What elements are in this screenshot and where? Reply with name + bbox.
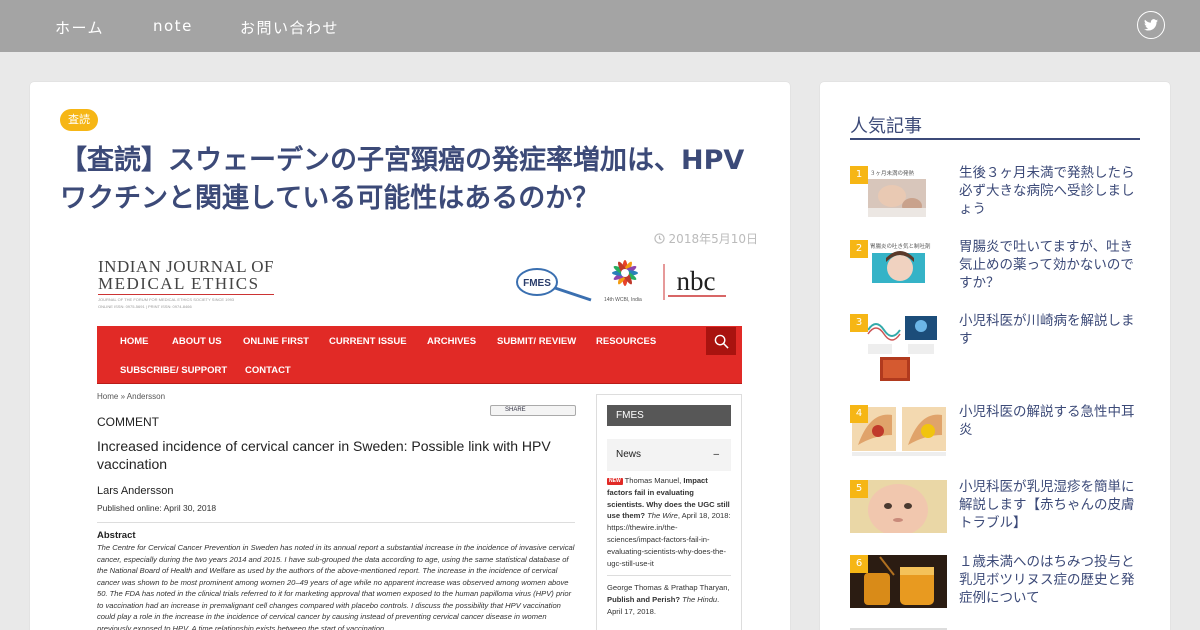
share-label: SHARE [505,407,526,413]
rank-badge: 3 [850,314,868,332]
article-title: Increased incidence of cervical cancer i… [97,438,551,472]
journal-menu-bar: HOME ABOUT US ONLINE FIRST CURRENT ISSUE… [97,326,742,384]
category-badge[interactable]: 査読 [60,109,98,131]
sidebar-title-underline [850,138,1140,140]
nav-contact-link[interactable]: お問い合わせ [240,17,339,38]
news-item: NEW Thomas Manuel, Impact factors fail i… [607,475,731,569]
share-button[interactable]: SHARE [490,405,576,416]
rank-badge: 5 [850,480,868,498]
breadcrumb[interactable]: Home » Andersson [97,392,165,401]
popular-article-title: 胃腸炎で吐いてますが、吐き気止めの薬って効かないのですか？ [959,239,1134,291]
article-card: 査読 【査読】スウェーデンの子宮頸癌の発症率増加は、HPVワクチンと関連している… [30,82,790,630]
rank-badge: 6 [850,555,868,573]
post-title: 【査読】スウェーデンの子宮頸癌の発症率増加は、HPVワクチンと関連している可能性… [60,145,745,214]
news-author: George Thomas & Prathap Tharyan, [607,583,730,593]
clock-icon [653,233,665,244]
fmes-logo: FMES [516,268,592,302]
popular-article-item[interactable]: 4 小児科医の解説する急性中耳炎 [850,404,1140,475]
journal-search-button[interactable] [706,327,736,355]
ijme-logo-issn: ONLINE ISSN: 0975-5691 | PRINT ISSN: 097… [98,304,192,309]
thumb-caption: 胃腸炎の吐き気と制吐剤 [870,242,931,250]
post-date: 2018年5月10日 [653,230,758,247]
popular-article-title: １歳未満へのはちみつ投与と乳児ボツリヌス症の歴史と発症例について [959,554,1135,606]
nav-home-link[interactable]: ホーム [55,17,104,38]
abstract-heading: Abstract [97,530,136,541]
menu-about-us[interactable]: ABOUT US [172,336,222,347]
journal-screenshot: INDIAN JOURNAL OF MEDICAL ETHICS JOURNAL… [90,252,750,630]
ijme-logo-subtitle: JOURNAL OF THE FORUM FOR MEDICAL ETHICS … [98,297,235,302]
menu-contact[interactable]: CONTACT [245,365,291,376]
popular-article-title: 小児科医が乳児湿疹を簡単に解説します【赤ちゃんの皮膚トラブル】 [959,479,1135,531]
menu-submit-review[interactable]: SUBMIT/ REVIEW [497,336,576,347]
section-label: COMMENT [97,415,159,429]
nbc-logo-text: nbc [677,266,716,296]
ijme-logo-line1: INDIAN JOURNAL OF [98,257,274,276]
popular-article-item[interactable]: 胃腸炎の吐き気と制吐剤 2 胃腸炎で吐いてますが、吐き気止めの薬って効かないので… [850,239,1140,310]
collapse-icon: – [713,449,719,460]
news-list: NEW Thomas Manuel, Impact factors fail i… [607,475,731,618]
fmes-header: FMES [607,405,731,426]
popular-article-item[interactable]: 5 小児科医が乳児湿疹を簡単に解説します【赤ちゃんの皮膚トラブル】 [850,479,1140,550]
menu-subscribe-support[interactable]: SUBSCRIBE/ SUPPORT [120,365,227,376]
popular-article-title: 小児科医が川崎病を解説します [959,313,1135,347]
journal-side-panel: FMES News – NEW Thomas Manuel, Impact fa… [596,394,742,630]
wcbi-caption: 14th WCBI, India [604,297,642,303]
news-source: The Hindu [680,595,718,605]
menu-resources[interactable]: RESOURCES [596,336,656,347]
news-source: The Wire [644,511,678,521]
wcbi-flower-icon [612,260,638,286]
ijme-logo: INDIAN JOURNAL OF MEDICAL ETHICS JOURNAL… [98,258,274,309]
search-icon [714,334,729,349]
post-date-text: 2018年5月10日 [668,232,758,246]
divider [607,575,731,577]
popular-article-item[interactable]: ３ヶ月未満の発熱 1 生後３ヶ月未満で発熱したら必ず大きな病院へ受診しましょう [850,165,1140,236]
nav-note-link[interactable]: note [153,17,193,35]
article-author[interactable]: Lars Andersson [97,485,173,497]
divider [97,522,575,523]
popular-article-item[interactable]: 6 １歳未満へのはちみつ投与と乳児ボツリヌス症の歴史と発症例について [850,554,1140,625]
news-item: George Thomas & Prathap Tharyan, Publish… [607,582,731,617]
twitter-button[interactable] [1137,11,1165,39]
menu-current-issue[interactable]: CURRENT ISSUE [329,336,407,347]
popular-articles-sidebar: 人気記事 ３ヶ月未満の発熱 1 生後３ヶ月未満で発熱したら必ず大きな病院へ受診し… [820,82,1170,630]
thumb-caption: ３ヶ月未満の発熱 [870,169,915,177]
menu-online-first[interactable]: ONLINE FIRST [243,336,309,347]
news-label: News [616,449,642,460]
top-nav-bar: ホーム note お問い合わせ [0,0,1200,52]
news-accordion[interactable]: News – [607,439,731,471]
menu-home[interactable]: HOME [120,336,149,347]
rank-badge: 4 [850,405,868,423]
nbc-logo: nbc [663,264,726,300]
abstract-text: The Centre for Cervical Cancer Preventio… [97,543,575,630]
ijme-logo-line2: MEDICAL ETHICS [98,275,274,295]
published-date: Published online: April 30, 2018 [97,503,217,513]
rank-badge: 1 [850,166,868,184]
popular-article-title: 生後３ヶ月未満で発熱したら必ず大きな病院へ受診しましょう [959,165,1135,217]
popular-article-item[interactable]: 3 小児科医が川崎病を解説します [850,313,1140,384]
sidebar-title: 人気記事 [850,116,922,137]
news-title-link[interactable]: Publish and Perish? [607,595,680,604]
fmes-logo-text: FMES [523,278,551,289]
wcbi-logo: 14th WCBI, India [600,252,650,304]
popular-article-title: 小児科医の解説する急性中耳炎 [959,404,1135,438]
twitter-icon [1144,19,1158,31]
rank-badge: 2 [850,240,868,258]
new-badge: NEW [607,478,623,485]
news-author: Thomas Manuel, [624,476,684,485]
menu-archives[interactable]: ARCHIVES [427,336,476,347]
